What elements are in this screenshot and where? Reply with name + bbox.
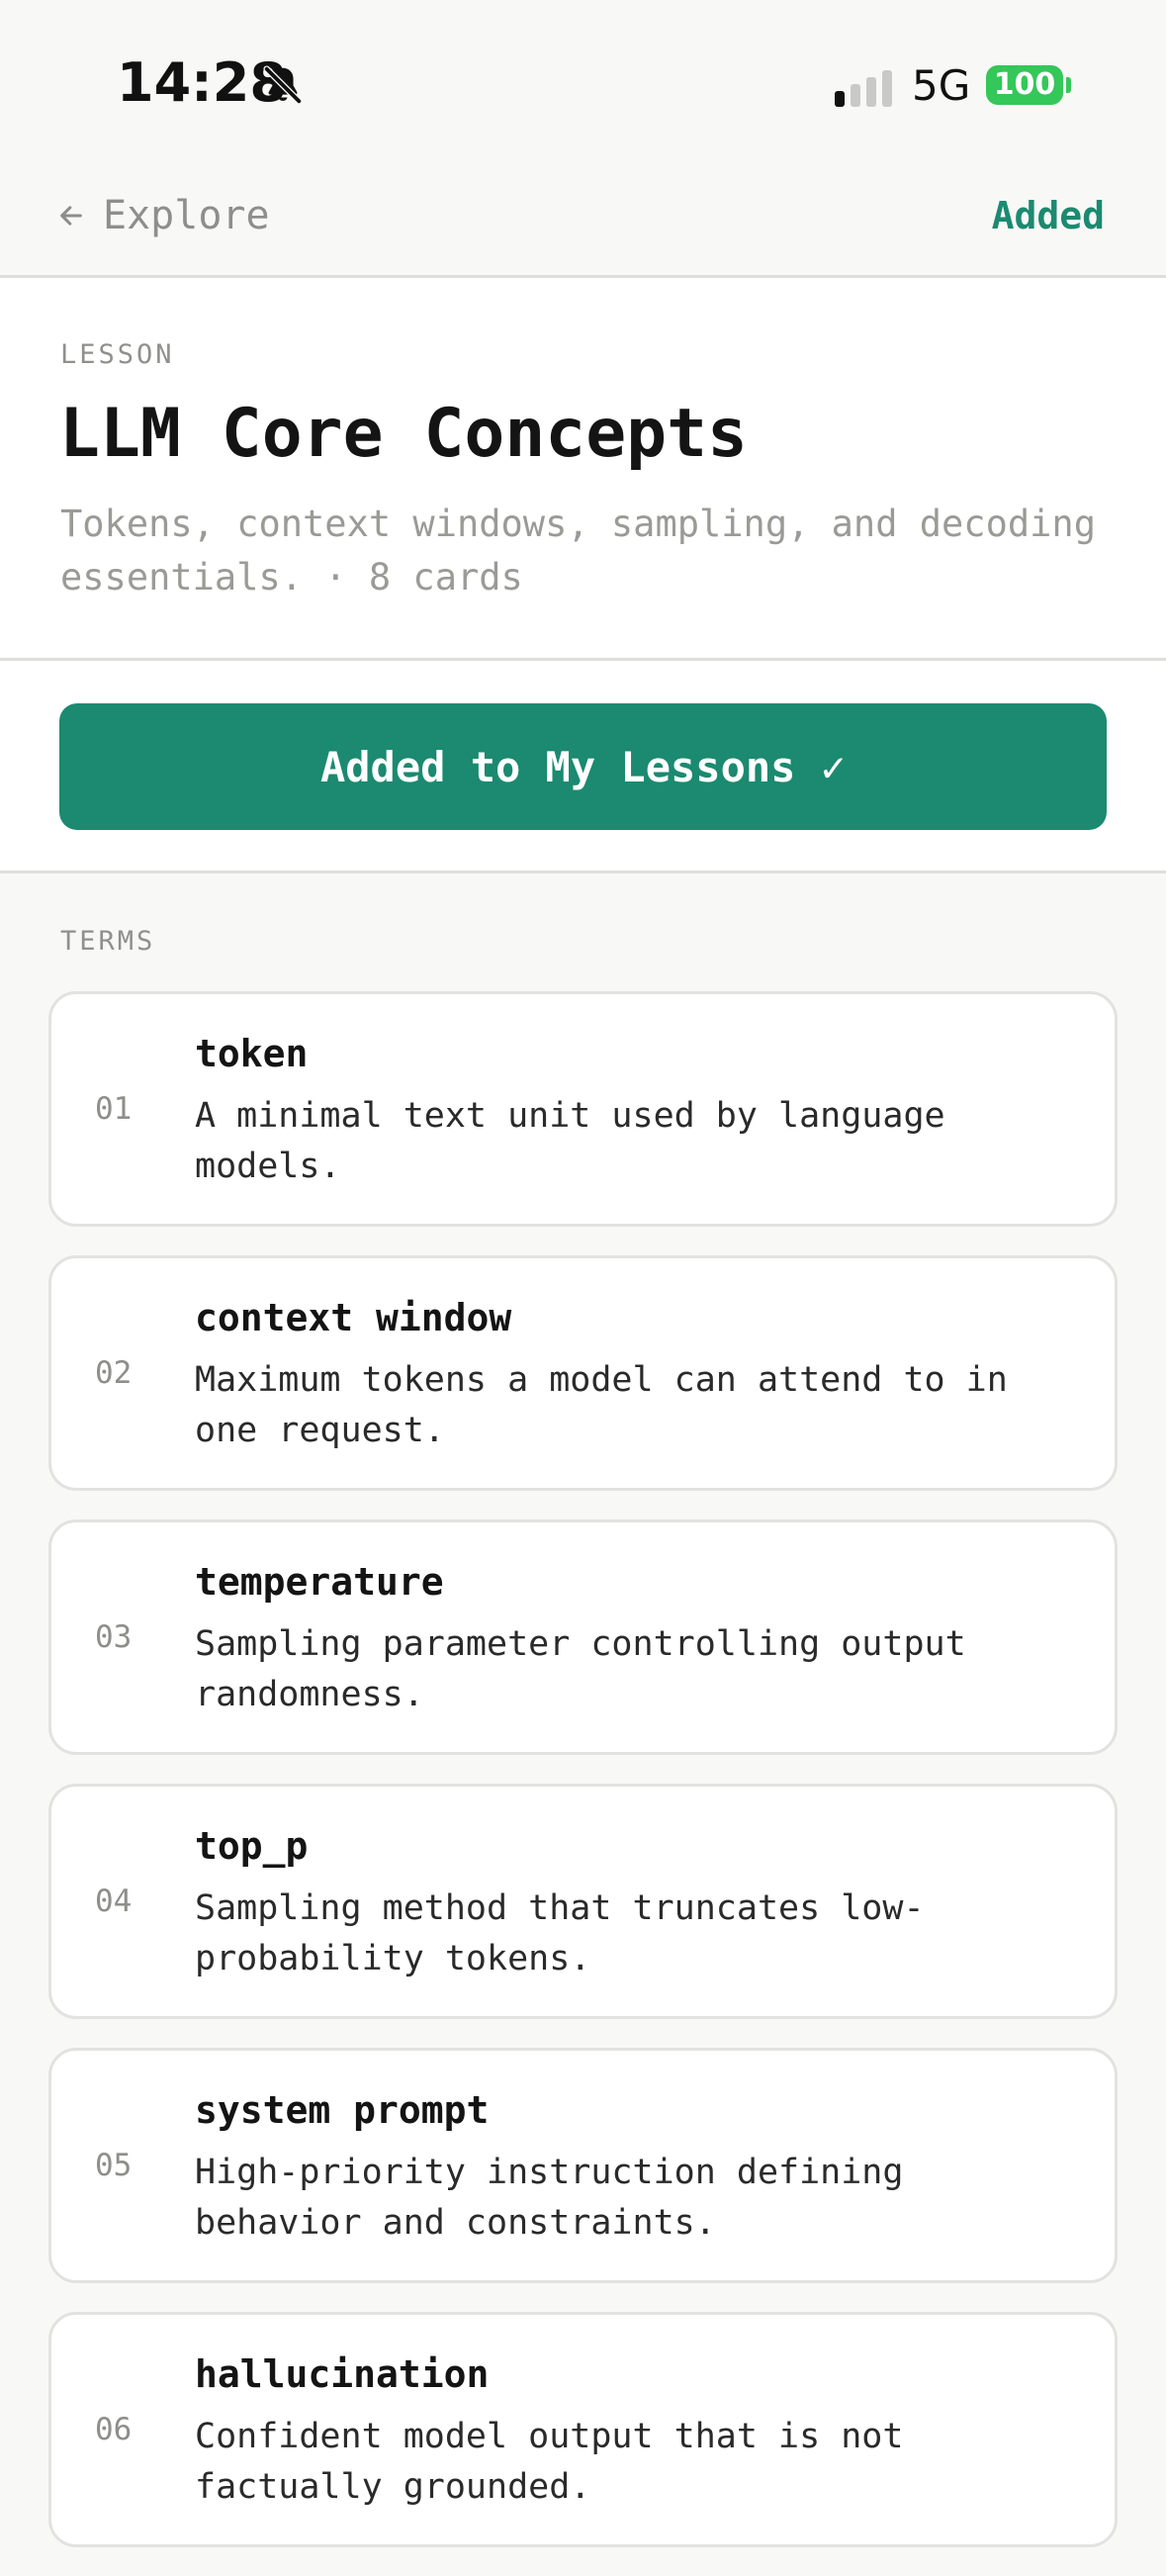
term-definition: Sampling method that truncates low-proba…	[195, 1888, 925, 1978]
action-section: Added to My Lessons ✓	[0, 661, 1166, 874]
term-card[interactable]: 04 top_p Sampling method that truncates …	[48, 1784, 1118, 2019]
term-card[interactable]: 06 hallucination Confident model output …	[48, 2312, 1118, 2547]
page-title: LLM Core Concepts	[59, 395, 748, 473]
term-card[interactable]: 05 system prompt High-priority instructi…	[48, 2048, 1118, 2283]
term-index: 01	[95, 1091, 133, 1127]
term-name: hallucination	[195, 2352, 490, 2396]
battery-tip	[1066, 77, 1071, 93]
term-name: temperature	[195, 1560, 444, 1604]
term-name: top_p	[195, 1824, 309, 1868]
term-index: 03	[95, 1619, 133, 1655]
lesson-header: LESSON LLM Core Concepts Tokens, context…	[0, 278, 1166, 661]
added-status-link[interactable]: Added	[992, 186, 1105, 245]
terms-section-label: TERMS	[60, 926, 156, 957]
network-label: 5G	[912, 61, 971, 110]
term-index: 06	[95, 2412, 133, 2447]
term-name: token	[195, 1032, 309, 1075]
term-definition: Confident model output that is not factu…	[195, 2417, 904, 2507]
term-definition: Sampling parameter controlling output ra…	[195, 1624, 966, 1714]
battery-icon: 100	[986, 65, 1063, 105]
term-name: system prompt	[195, 2088, 490, 2132]
term-name: context window	[195, 1296, 512, 1339]
term-index: 05	[95, 2148, 133, 2183]
lesson-description: Tokens, context windows, sampling, and d…	[60, 503, 1096, 598]
term-card[interactable]: 02 context window Maximum tokens a model…	[48, 1255, 1118, 1491]
lesson-eyebrow: LESSON	[60, 339, 175, 370]
term-index: 04	[95, 1884, 133, 1919]
term-index: 02	[95, 1355, 133, 1391]
arrow-left-icon	[60, 206, 82, 226]
bell-slash-icon	[263, 65, 303, 105]
term-definition: A minimal text unit used by language mod…	[195, 1096, 945, 1186]
term-list: 01 token A minimal text unit used by lan…	[48, 991, 1118, 2576]
status-bar: 14:28 5G 100	[0, 0, 1166, 158]
term-definition: High-priority instruction defining behav…	[195, 2153, 904, 2243]
term-card[interactable]: 01 token A minimal text unit used by lan…	[48, 991, 1118, 1227]
term-definition: Maximum tokens a model can attend to in …	[195, 1360, 1008, 1450]
nav-bar: Explore Added	[0, 158, 1166, 278]
cellular-signal-icon	[835, 70, 892, 107]
back-button-label: Explore	[103, 193, 270, 238]
added-to-lessons-button[interactable]: Added to My Lessons ✓	[59, 703, 1107, 830]
term-card[interactable]: 03 temperature Sampling parameter contro…	[48, 1519, 1118, 1755]
back-button[interactable]: Explore	[57, 186, 270, 245]
